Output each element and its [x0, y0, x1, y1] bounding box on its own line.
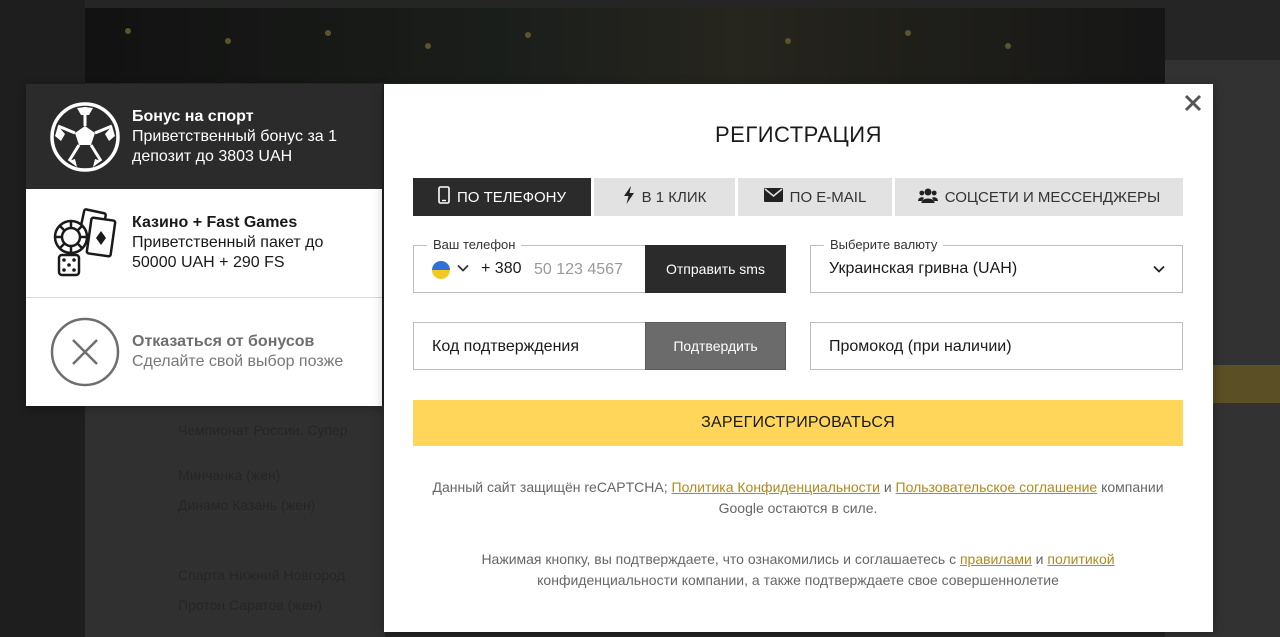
recaptcha-note-and: и: [883, 479, 892, 495]
consent-note-text: Нажимая кнопку, вы подтверждаете, что оз…: [481, 551, 957, 567]
bonus-option-decline[interactable]: Отказаться от бонусов Сделайте свой выбо…: [26, 298, 382, 406]
privacy-policy-link[interactable]: Политика Конфиденциальности: [672, 479, 880, 495]
tab-phone[interactable]: ПО ТЕЛЕФОНУ: [413, 178, 591, 216]
phone-field-label: Ваш телефон: [427, 237, 522, 252]
recaptcha-note-text: Данный сайт защищён reCAPTCHA;: [432, 479, 668, 495]
casino-chips-cards-dice-icon: [49, 207, 121, 279]
tab-email[interactable]: ПО E-MAIL: [738, 178, 892, 216]
bonus-decline-title: Отказаться от бонусов: [132, 333, 315, 350]
currency-label: Выберите валюту: [824, 237, 944, 252]
bonus-panel: Бонус на спорт Приветственный бонус за 1…: [26, 84, 382, 406]
bonus-casino-line2: 50000 UAH + 290 FS: [132, 254, 285, 271]
modal-title: РЕГИСТРАЦИЯ: [714, 122, 883, 147]
bonus-option-sport[interactable]: Бонус на спорт Приветственный бонус за 1…: [26, 84, 382, 189]
ukraine-flag-icon[interactable]: [432, 261, 450, 279]
user-agreement-link[interactable]: Пользовательское соглашение: [896, 479, 1098, 495]
send-sms-button[interactable]: Отправить sms: [645, 245, 786, 293]
consent-note: Нажимая кнопку, вы подтверждаете, что оз…: [413, 549, 1183, 591]
tab-phone-label: ПО ТЕЛЕФОНУ: [456, 188, 567, 206]
bonus-sport-title: Бонус на спорт: [132, 107, 254, 125]
promo-code-field: [810, 322, 1183, 370]
policy-link[interactable]: политикой: [1047, 551, 1114, 567]
register-button[interactable]: ЗАРЕГИСТРИРОВАТЬСЯ: [413, 400, 1183, 446]
tab-one-click-label: В 1 КЛИК: [641, 188, 707, 206]
cross-circle-icon: [49, 316, 121, 388]
recaptcha-note: Данный сайт защищён reCAPTCHA; Политика …: [413, 477, 1183, 519]
phone-input[interactable]: [534, 258, 644, 282]
tab-one-click[interactable]: В 1 КЛИК: [594, 178, 735, 216]
registration-tabs: ПО ТЕЛЕФОНУ В 1 КЛИК ПО E-MAIL СОЦСЕТИ И…: [413, 178, 1183, 216]
chevron-down-icon: [1152, 262, 1166, 281]
bonus-decline-line1: Сделайте свой выбор позже: [132, 353, 344, 370]
registration-modal: РЕГИСТРАЦИЯ ПО ТЕЛЕФОНУ В 1 КЛИК ПО E-MA…: [384, 84, 1213, 632]
close-icon[interactable]: [1183, 93, 1203, 113]
bonus-sport-line1: Приветственный бонус за 1: [132, 127, 338, 145]
currency-value: Украинская гривна (UAH): [829, 260, 1018, 277]
confirm-code-button[interactable]: Подтвердить: [645, 322, 786, 370]
bonus-casino-title: Казино + Fast Games: [132, 214, 298, 231]
tab-social[interactable]: СОЦСЕТИ И МЕССЕНДЖЕРЫ: [895, 178, 1183, 216]
users-icon: [917, 187, 938, 207]
tab-email-label: ПО E-MAIL: [789, 188, 867, 206]
soccer-ball-icon: [49, 101, 121, 173]
promo-code-input[interactable]: [829, 335, 1159, 359]
bonus-option-casino[interactable]: Казино + Fast Games Приветственный пакет…: [26, 189, 382, 298]
rules-link[interactable]: правилами: [960, 551, 1032, 567]
chevron-down-icon[interactable]: [456, 261, 470, 280]
consent-note-and: и: [1035, 551, 1044, 567]
tab-social-label: СОЦСЕТИ И МЕССЕНДЖЕРЫ: [944, 188, 1161, 206]
bonus-casino-line1: Приветственный пакет до: [132, 234, 324, 251]
currency-select[interactable]: Выберите валюту Украинская гривна (UAH): [810, 237, 1183, 293]
confirmation-code-field: [413, 322, 645, 370]
phone-icon: [438, 186, 450, 208]
country-code: + 380: [481, 260, 522, 277]
lightning-icon: [623, 186, 635, 208]
envelope-icon: [763, 188, 783, 206]
consent-note-suffix: конфиденциальности компании, а также под…: [537, 572, 1059, 588]
confirmation-code-input[interactable]: [432, 335, 632, 359]
bonus-sport-line2: депозит до 3803 UAH: [132, 147, 293, 165]
